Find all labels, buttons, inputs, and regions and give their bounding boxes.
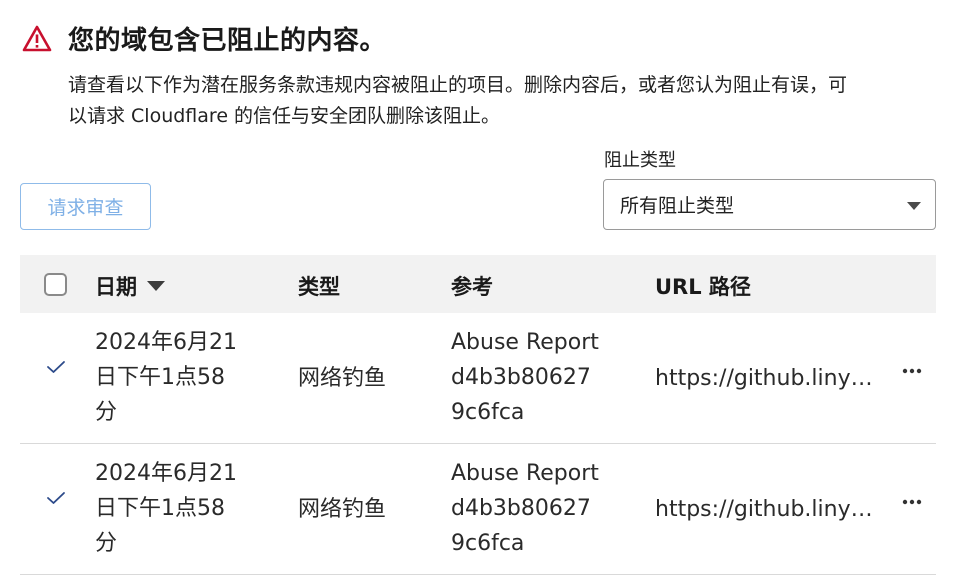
more-options-icon[interactable] — [902, 368, 922, 374]
row-reference-line-3: 9c6fca — [451, 400, 525, 425]
row-reference: Abuse Report d4b3b80627 9c6fca — [451, 325, 599, 430]
row-date: 2024年6月21 日下午1点58 分 — [95, 456, 237, 561]
sort-descending-icon — [147, 281, 165, 291]
column-header-url: URL 路径 — [655, 275, 751, 299]
row-reference: Abuse Report d4b3b80627 9c6fca — [451, 456, 599, 561]
block-type-label: 阻止类型 — [604, 150, 676, 171]
check-icon — [47, 361, 65, 373]
block-type-select[interactable]: 所有阻止类型 — [603, 179, 936, 230]
row-reference-line-3: 9c6fca — [451, 531, 525, 556]
row-date: 2024年6月21 日下午1点58 分 — [95, 325, 237, 430]
row-reference-line-1: Abuse Report — [451, 330, 599, 355]
description-line-2: 以请求 Cloudflare 的信任与安全团队删除该阻止。 — [68, 105, 501, 127]
row-date-line-3: 分 — [95, 400, 118, 425]
table-row[interactable]: 2024年6月21 日下午1点58 分 网络钓鱼 Abuse Report d4… — [20, 444, 936, 575]
description-line-1: 请查看以下作为潜在服务条款违规内容被阻止的项目。删除内容后，或者您认为阻止有误，… — [68, 74, 848, 96]
row-reference-line-2: d4b3b80627 — [451, 496, 591, 521]
column-header-date[interactable]: 日期 — [95, 271, 165, 301]
alert-title-row: 您的域包含已阻止的内容。 — [22, 20, 386, 57]
row-type: 网络钓鱼 — [298, 366, 387, 391]
alert-description: 请查看以下作为潜在服务条款违规内容被阻止的项目。删除内容后，或者您认为阻止有误，… — [68, 70, 928, 132]
column-header-type: 类型 — [298, 275, 340, 299]
row-reference-line-2: d4b3b80627 — [451, 365, 591, 390]
page-title: 您的域包含已阻止的内容。 — [68, 26, 387, 56]
row-date-line-1: 2024年6月21 — [95, 330, 237, 355]
more-options-icon[interactable] — [902, 499, 922, 505]
chevron-down-icon — [907, 202, 921, 210]
row-date-line-3: 分 — [95, 531, 118, 556]
table-row[interactable]: 2024年6月21 日下午1点58 分 网络钓鱼 Abuse Report d4… — [20, 313, 936, 444]
select-all-checkbox[interactable] — [44, 273, 67, 296]
check-icon — [47, 492, 65, 504]
row-date-line-2: 日下午1点58 — [95, 496, 225, 521]
table-header: 日期 类型 参考 URL 路径 — [20, 255, 936, 313]
block-type-select-value: 所有阻止类型 — [620, 195, 735, 217]
row-reference-line-1: Abuse Report — [451, 461, 599, 486]
row-date-line-1: 2024年6月21 — [95, 461, 237, 486]
row-date-line-2: 日下午1点58 — [95, 365, 225, 390]
column-header-reference: 参考 — [451, 275, 493, 299]
request-review-button[interactable]: 请求审查 — [20, 183, 151, 230]
column-header-date-label: 日期 — [95, 275, 137, 299]
row-type: 网络钓鱼 — [298, 497, 387, 522]
row-url[interactable]: https://github.liny… — [655, 492, 873, 527]
row-url[interactable]: https://github.liny… — [655, 361, 873, 396]
warning-triangle-icon — [22, 25, 52, 51]
